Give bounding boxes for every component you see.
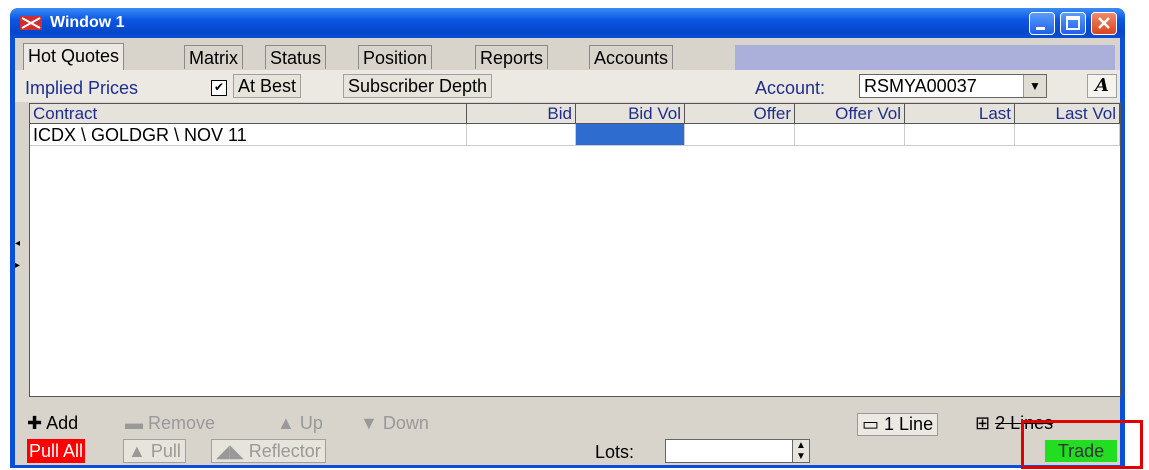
account-label: Account: bbox=[755, 78, 826, 98]
account-select[interactable]: RSMYA00037 ▼ bbox=[859, 74, 1047, 98]
minimize-icon bbox=[1036, 27, 1045, 30]
close-icon bbox=[1098, 17, 1110, 29]
cell-contract[interactable]: ICDX \ GOLDGR \ NOV 11 bbox=[30, 124, 467, 146]
title-bar[interactable]: Window 1 bbox=[10, 8, 1125, 38]
two-lines-icon: ⊞ bbox=[975, 413, 991, 433]
row-actions-bar: ✚ Add ▬ Remove ▲ Up ▼ Down ▭ 1 Line ⊞ 2 … bbox=[15, 410, 1120, 436]
order-bar: Pull All ▲ Pull ◢◣ Reflector Lots: ▲ ▼ Tr… bbox=[15, 438, 1120, 465]
lots-label: Lots: bbox=[595, 442, 635, 462]
minimize-button[interactable] bbox=[1029, 12, 1055, 35]
remove-button[interactable]: ▬ Remove bbox=[125, 413, 215, 434]
one-line-button[interactable]: ▭ 1 Line bbox=[857, 413, 939, 436]
tab-strip: Hot Quotes Matrix Status Position Report… bbox=[15, 43, 1120, 70]
tab-accounts[interactable]: Accounts bbox=[589, 45, 674, 69]
minus-icon: ▬ bbox=[125, 413, 143, 433]
tab-matrix[interactable]: Matrix bbox=[184, 45, 243, 69]
column-header-contract[interactable]: Contract bbox=[30, 104, 467, 124]
app-icon bbox=[20, 16, 42, 30]
tab-hot-quotes[interactable]: Hot Quotes bbox=[23, 43, 125, 70]
arrow-up-icon: ▲ bbox=[277, 413, 295, 433]
subscriber-depth-button[interactable]: Subscriber Depth bbox=[343, 74, 493, 98]
down-button[interactable]: ▼ Down bbox=[360, 413, 429, 434]
side-splitter-handle[interactable]: ◂ ▸ bbox=[15, 238, 23, 288]
app-window: Window 1 Hot Quotes Matrix Status Positi… bbox=[10, 8, 1125, 468]
column-header-offer-vol[interactable]: Offer Vol bbox=[795, 104, 905, 124]
one-line-icon: ▭ bbox=[862, 414, 880, 434]
column-header-last-vol[interactable]: Last Vol bbox=[1015, 104, 1120, 124]
toolbar: Implied Prices ✔ At Best Subscriber Dept… bbox=[15, 70, 1120, 102]
tab-reports[interactable]: Reports bbox=[475, 45, 549, 69]
cell-last[interactable] bbox=[905, 124, 1015, 146]
cell-offer[interactable] bbox=[685, 124, 795, 146]
tab-status[interactable]: Status bbox=[265, 45, 327, 69]
implied-prices-label: Implied Prices bbox=[25, 78, 139, 98]
tab-strip-background bbox=[735, 45, 1115, 70]
column-header-offer[interactable]: Offer bbox=[685, 104, 795, 124]
column-header-last[interactable]: Last bbox=[905, 104, 1015, 124]
column-header-bid-vol[interactable]: Bid Vol bbox=[576, 104, 685, 124]
add-button[interactable]: ✚ Add bbox=[27, 413, 78, 434]
font-button[interactable]: A bbox=[1087, 74, 1117, 98]
arrow-up-icon: ▲ bbox=[128, 441, 146, 461]
cell-bid[interactable] bbox=[467, 124, 576, 146]
chevron-down-icon[interactable]: ▼ bbox=[1023, 75, 1046, 97]
arrow-down-icon: ▼ bbox=[360, 413, 378, 433]
maximize-icon bbox=[1066, 16, 1080, 30]
pull-all-button[interactable]: Pull All bbox=[27, 439, 86, 463]
at-best-button[interactable]: At Best bbox=[233, 74, 302, 98]
up-button[interactable]: ▲ Up bbox=[277, 413, 323, 434]
quotes-grid: Contract Bid Bid Vol Offer Offer Vol Las… bbox=[29, 103, 1121, 397]
account-value: RSMYA00037 bbox=[864, 76, 977, 96]
highlight-annotation bbox=[1021, 420, 1143, 469]
lots-input[interactable]: ▲ ▼ bbox=[665, 439, 810, 463]
close-button[interactable] bbox=[1091, 12, 1117, 35]
reflector-button[interactable]: ◢◣ Reflector bbox=[211, 439, 326, 463]
window-title: Window 1 bbox=[50, 14, 125, 31]
pull-button[interactable]: ▲ Pull bbox=[123, 439, 186, 463]
implied-prices-checkbox[interactable]: ✔ bbox=[211, 80, 227, 96]
cell-bid-vol[interactable] bbox=[576, 124, 685, 146]
tab-position[interactable]: Position bbox=[358, 45, 433, 69]
plus-icon: ✚ bbox=[27, 413, 43, 433]
spinner-icon[interactable]: ▲ ▼ bbox=[792, 440, 809, 462]
client-area: Hot Quotes Matrix Status Position Report… bbox=[15, 38, 1121, 465]
column-header-bid[interactable]: Bid bbox=[467, 104, 576, 124]
grid-header: Contract Bid Bid Vol Offer Offer Vol Las… bbox=[30, 104, 1120, 124]
reflector-icon: ◢◣ bbox=[216, 441, 244, 461]
cell-offer-vol[interactable] bbox=[795, 124, 905, 146]
maximize-button[interactable] bbox=[1060, 12, 1086, 35]
cell-last-vol[interactable] bbox=[1015, 124, 1120, 146]
